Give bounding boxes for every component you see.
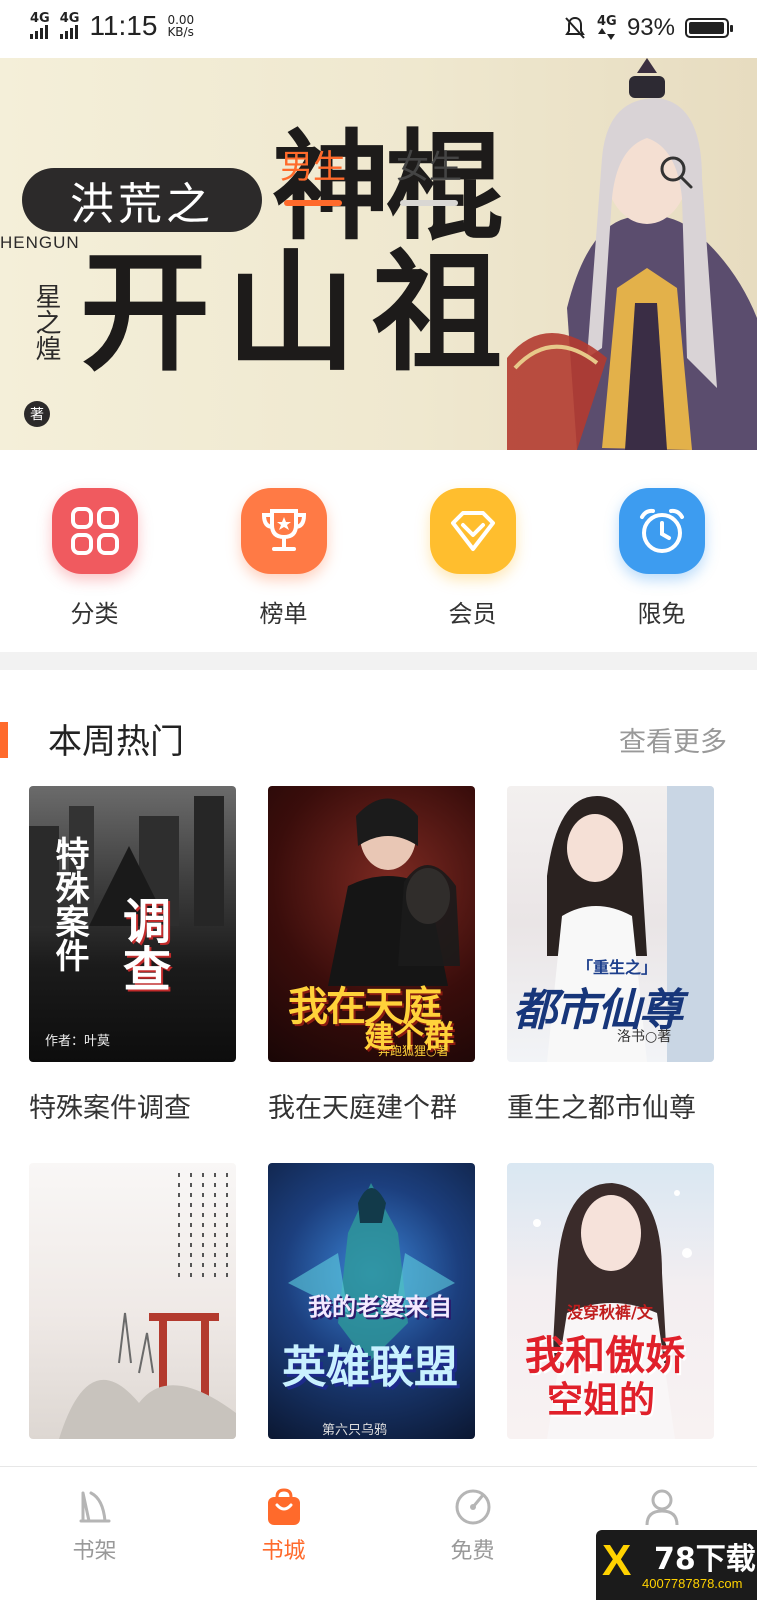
banner-english-title: HENGUN — [0, 233, 80, 252]
profile-icon — [645, 1489, 678, 1526]
book-cover-title: 特殊案件 — [49, 836, 89, 972]
book-card[interactable] — [29, 1163, 236, 1439]
book-cover: 「重生之」 都市仙尊 洛书○著 — [507, 786, 714, 1062]
status-bar: 4G 4G 11:15 0.00 KB/s 4G 93% — [0, 0, 757, 58]
gender-tabs: 男生 女生 — [280, 140, 462, 206]
quick-entry-row: 分类 榜单 会员 限免 — [0, 450, 757, 650]
book-title: 特殊案件调查 — [29, 1093, 191, 1124]
book-title: 重生之都市仙尊 — [507, 1093, 696, 1124]
nav-item-bookshelf[interactable]: 书架 — [0, 1467, 189, 1601]
book-cover: 我的老婆来自 英雄联盟 第六只乌鸦 — [268, 1163, 475, 1439]
free-disc-icon — [455, 1489, 490, 1525]
section-title: 本周热门 — [48, 722, 184, 762]
status-left: 4G 4G 11:15 0.00 KB/s — [30, 10, 194, 42]
nav-label: 书城 — [261, 1539, 306, 1564]
book-card[interactable]: 我的老婆来自 英雄联盟 第六只乌鸦 — [268, 1163, 475, 1439]
bookstore-bag-icon — [267, 1488, 300, 1525]
site-watermark: X 78下载 4007787878.com — [596, 1530, 757, 1600]
banner-author-mark: 著 — [24, 401, 50, 427]
book-card[interactable]: 「重生之」 都市仙尊 洛书○著 重生之都市仙尊 — [507, 786, 714, 1125]
tab-male[interactable]: 男生 — [280, 140, 346, 206]
data-arrows-icon — [597, 28, 615, 40]
book-cover-subtitle: 空姐的 — [547, 1379, 656, 1421]
quick-entry-vip[interactable]: 会员 — [378, 450, 567, 650]
clock: 11:15 — [89, 10, 158, 41]
quick-entry-label: 分类 — [70, 600, 119, 628]
book-cover-author: 奔跑狐狸○著 — [378, 1044, 449, 1058]
section-divider — [0, 652, 757, 670]
nav-item-free[interactable]: 免费 — [378, 1467, 567, 1601]
book-cover-title: 英雄联盟 — [282, 1342, 458, 1393]
signal-bars-icon — [30, 25, 48, 39]
book-cover: 特殊案件 调查 作者：叶莫 — [29, 786, 236, 1062]
book-card[interactable]: 特殊案件 调查 作者：叶莫 特殊案件调查 — [29, 786, 236, 1125]
tab-male-underline — [284, 200, 342, 206]
quick-entry-label: 限免 — [637, 600, 686, 628]
sim2-signal: 4G — [59, 11, 80, 39]
featured-banner[interactable]: 洪荒之 神棍 开山祖 HENGUN 星之煌 著 男生 女生 — [0, 58, 757, 450]
bookshelf-icon — [79, 1491, 110, 1523]
quick-entry-category[interactable]: 分类 — [0, 450, 189, 650]
quick-entry-ranking[interactable]: 榜单 — [189, 450, 378, 650]
watermark-text: 78下载 — [654, 1542, 756, 1577]
section-accent-bar — [0, 722, 8, 758]
book-cover-author: 作者：叶莫 — [45, 1034, 111, 1049]
network-speed-unit: KB/s — [167, 25, 194, 39]
watermark-url: 4007787878.com — [642, 1576, 743, 1591]
book-title: 我在天庭建个群 — [268, 1093, 457, 1124]
quick-entry-label: 榜单 — [259, 600, 308, 628]
banner-title-line1: 洪荒之 — [22, 168, 262, 232]
book-card[interactable]: 我在天庭 建个群 奔跑狐狸○著 我在天庭建个群 — [268, 786, 475, 1125]
mobile-data-indicator: 4G — [596, 14, 617, 40]
sim1-signal: 4G — [30, 11, 50, 39]
trophy-icon — [240, 488, 327, 574]
diamond-icon — [429, 488, 516, 574]
book-cover-author: 第六只乌鸦 — [322, 1423, 388, 1438]
book-cover: 我在天庭 建个群 奔跑狐狸○著 — [268, 786, 475, 1062]
quick-entry-free-limited[interactable]: 限免 — [567, 450, 756, 650]
book-cover-author: 没穿秋裤/文 — [567, 1303, 653, 1322]
alarm-clock-icon — [618, 488, 705, 574]
notification-off-icon — [565, 16, 585, 39]
nav-item-bookstore[interactable]: 书城 — [189, 1467, 378, 1601]
network-speed: 0.00 KB/s — [167, 14, 194, 38]
banner-character-illustration — [507, 58, 757, 450]
book-cover-subtitle: 调查 — [114, 896, 170, 992]
status-right: 4G 93% — [563, 14, 733, 42]
battery-icon — [685, 18, 733, 38]
quick-entry-label: 会员 — [448, 600, 497, 628]
mobile-data-label: 4G — [596, 14, 617, 29]
book-cover-author: 洛书○著 — [617, 1029, 672, 1045]
banner-author: 星之煌 — [31, 283, 61, 361]
book-cover — [29, 1163, 236, 1439]
tab-female-underline — [400, 200, 458, 206]
see-more-link[interactable]: 查看更多 — [619, 720, 727, 759]
book-cover-subtitle: 我的老婆来自 — [308, 1292, 452, 1321]
banner-title-line3: 开山祖 — [80, 236, 519, 389]
tab-female-label: 女生 — [396, 147, 462, 186]
grid-icon — [51, 488, 138, 574]
battery-percent: 93% — [626, 14, 675, 41]
search-icon[interactable] — [658, 154, 694, 190]
sim1-label: 4G — [30, 11, 50, 26]
nav-label: 书架 — [72, 1539, 117, 1564]
tab-male-label: 男生 — [280, 147, 346, 186]
nav-label: 免费 — [450, 1539, 495, 1564]
book-cover: 没穿秋裤/文 我和傲娇 空姐的 — [507, 1163, 714, 1439]
sim2-label: 4G — [59, 11, 80, 26]
book-card[interactable]: 没穿秋裤/文 我和傲娇 空姐的 — [507, 1163, 714, 1439]
signal-bars-icon — [59, 25, 78, 39]
watermark-logo-icon: X — [602, 1536, 632, 1585]
weekly-hot-header: 本周热门 查看更多 — [0, 710, 757, 770]
tab-female[interactable]: 女生 — [396, 140, 462, 206]
